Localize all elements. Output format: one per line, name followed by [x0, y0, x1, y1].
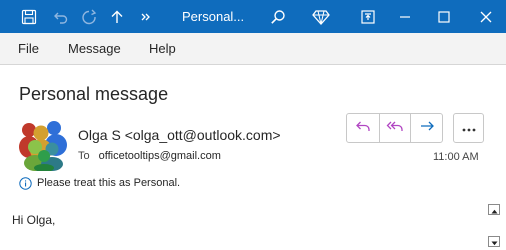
tab-message[interactable]: Message: [68, 33, 121, 65]
tab-help[interactable]: Help: [149, 33, 176, 65]
more-options-icon: [462, 119, 476, 137]
recipient-row: To officetooltips@gmail.com: [78, 150, 221, 162]
minimize-icon[interactable]: [392, 0, 418, 33]
forward-button[interactable]: [410, 114, 442, 142]
undo-icon[interactable]: [48, 0, 74, 33]
window-title: Personal...: [182, 9, 245, 24]
ribbon-tabs: File Message Help: [0, 33, 506, 65]
reply-icon: [355, 119, 371, 138]
title-bar: Personal...: [0, 0, 506, 33]
recipient-address[interactable]: officetooltips@gmail.com: [99, 150, 221, 162]
restore-window-icon[interactable]: [355, 0, 381, 33]
more-commands-icon[interactable]: [136, 0, 156, 33]
forward-icon: [419, 119, 435, 138]
message-body-greeting: Hi Olga,: [12, 213, 56, 227]
reply-all-icon: [386, 119, 404, 138]
message-subject: Personal message: [19, 84, 169, 104]
people-group-avatar-icon[interactable]: [18, 117, 70, 172]
close-icon[interactable]: [473, 0, 499, 33]
tab-file[interactable]: File: [18, 33, 39, 65]
more-options-button[interactable]: [453, 113, 484, 143]
sensitivity-infobar: Please treat this as Personal.: [19, 175, 180, 191]
reply-button[interactable]: [347, 114, 379, 142]
reply-actions-group: [346, 113, 443, 143]
info-icon: [19, 176, 32, 190]
maximize-icon[interactable]: [431, 0, 457, 33]
to-label: To: [78, 150, 90, 162]
search-icon[interactable]: [265, 0, 291, 33]
save-icon[interactable]: [16, 0, 42, 33]
scroll-down-button[interactable]: [488, 236, 500, 247]
scroll-down-arrow-icon: [491, 233, 498, 250]
sensitivity-notice-text: Please treat this as Personal.: [37, 177, 181, 189]
redo-icon[interactable]: [76, 0, 102, 33]
reply-all-button[interactable]: [378, 114, 411, 142]
up-arrow-icon[interactable]: [104, 0, 130, 33]
premium-diamond-icon[interactable]: [308, 0, 334, 33]
sender-name[interactable]: Olga S <olga_ott@outlook.com>: [78, 127, 281, 143]
received-time: 11:00 AM: [433, 151, 479, 163]
scroll-up-button[interactable]: [488, 204, 500, 215]
message-scrollbar[interactable]: [488, 204, 500, 247]
